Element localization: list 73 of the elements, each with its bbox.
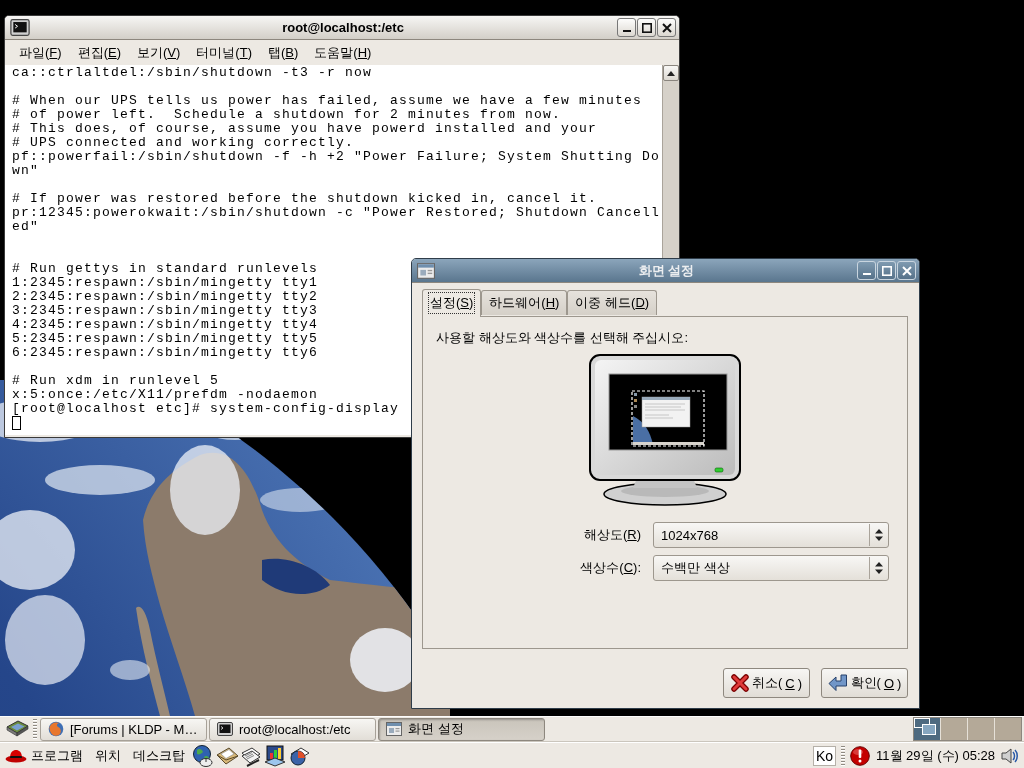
hat-icon (5, 748, 27, 763)
terminal-line: 2:2345:respawn:/sbin/mingetty tty2 (12, 290, 319, 304)
drag-handle[interactable] (33, 719, 37, 739)
tab[interactable]: 설정(S) (422, 289, 482, 317)
input-method-button[interactable]: Ko (812, 745, 836, 766)
terminal-line: # of power left. Schedule a shutdown for 2 minutes from now. (12, 108, 562, 122)
taskbar-button[interactable]: root@localhost:/etc (209, 717, 376, 741)
field-label: 색상수(C): (580, 559, 641, 577)
ok-button[interactable]: 확인(O) (821, 668, 908, 698)
up-arrow-icon (667, 70, 675, 76)
dropdown[interactable]: 1024x768 (653, 522, 889, 548)
close-icon (661, 22, 672, 33)
desktop-icon[interactable] (4, 719, 30, 739)
window-icon (417, 262, 435, 279)
close-icon (901, 265, 912, 276)
updown-arrows-icon (875, 562, 883, 574)
terminal-line: # Run gettys in standard runlevels (12, 262, 319, 276)
terminal-line: 1:2345:respawn:/sbin/mingetty tty1 (12, 276, 319, 290)
terminal-line: pf::powerfail:/sbin/shutdown -f -h +2 "Power Failure; System Shutting Do (12, 150, 661, 164)
window-icon (386, 722, 402, 736)
terminal-line: # If power was restored before the shutdown kicked in, cancel it. (12, 192, 598, 206)
terminal-line: wn" (12, 164, 39, 178)
window-title: root@localhost:/etc (282, 20, 404, 35)
maximize-icon (641, 22, 652, 33)
globe-icon (48, 721, 64, 737)
terminal-line: # When our UPS tells us power has failed, assume we have a few minutes (12, 94, 643, 108)
terminal-line: # Run xdm in runlevel 5 (12, 374, 220, 388)
terminal-line: 6:2345:respawn:/sbin/mingetty tty6 (12, 346, 319, 360)
terminal-icon (10, 19, 30, 36)
drag-handle[interactable] (841, 745, 845, 766)
text-cursor (12, 416, 21, 430)
minimize-icon (622, 30, 631, 32)
globe-icon[interactable] (191, 743, 215, 768)
terminal-line: pr:12345:powerokwait:/sbin/shutdown -c "Power Restored; Shutdown Cancell (12, 206, 661, 220)
terminal-line: 4:2345:respawn:/sbin/mingetty tty4 (12, 318, 319, 332)
menu-button[interactable]: 데스크탑 (127, 743, 191, 768)
alert-icon[interactable] (850, 745, 870, 766)
terminal-icon (217, 722, 233, 736)
terminal-line: ed" (12, 220, 39, 234)
field-label: 해상도(R) (583, 526, 641, 544)
terminal-line: x:5:once:/etc/X11/prefdm -nodaemon (12, 388, 319, 402)
taskbar-button[interactable]: [Forums | KLDP - M… (40, 717, 207, 741)
menu-item[interactable]: 파일(F) (11, 41, 70, 64)
tab[interactable]: 이중 헤드(D) (567, 290, 658, 315)
terminal-line: # UPS connected and working correctly. (12, 136, 355, 150)
speaker-icon[interactable] (1000, 746, 1018, 765)
maximize-icon (881, 265, 892, 276)
menu-item[interactable]: 탭(B) (260, 41, 307, 64)
terminal-line: ca::ctrlaltdel:/sbin/shutdown -t3 -r now (12, 66, 373, 80)
x-icon (730, 674, 749, 692)
terminal-line: 5:2345:respawn:/sbin/mingetty tty5 (12, 332, 319, 346)
cancel-button[interactable]: 취소(C) (723, 668, 810, 698)
prompt-text: 사용할 해상도와 색상수를 선택해 주십시오: (436, 330, 689, 345)
window-title: 화면 설정 (638, 261, 695, 280)
menu-item[interactable]: 도움말(H) (306, 41, 380, 64)
workspace-button[interactable] (914, 718, 940, 740)
tab[interactable]: 하드웨어(H) (481, 290, 568, 315)
taskbar-button[interactable]: 화면 설정 (378, 717, 545, 741)
menu-item[interactable]: 보기(V) (129, 41, 189, 64)
updown-arrows-icon (875, 529, 883, 541)
menu-button[interactable]: 프로그램 (5, 743, 89, 768)
terminal-line: 3:2345:respawn:/sbin/mingetty tty3 (12, 304, 319, 318)
terminal-line: # This does, of course, assume you have powerd installed and your (12, 122, 598, 136)
dropdown[interactable]: 수백만 색상 (653, 555, 889, 581)
menu-button[interactable]: 위치 (89, 743, 127, 768)
scroll-up-button[interactable] (663, 65, 679, 81)
enter-arrow-icon (827, 674, 848, 692)
menu-item[interactable]: 터미널(T) (188, 41, 260, 64)
terminal-line: [root@localhost etc]# system-config-display (12, 402, 400, 416)
menu-item[interactable]: 편집(E) (69, 41, 129, 64)
presentation-icon[interactable] (263, 743, 287, 768)
minimize-icon (862, 273, 871, 275)
clock[interactable]: 11월 29일 (수) 05:28 (876, 746, 995, 765)
